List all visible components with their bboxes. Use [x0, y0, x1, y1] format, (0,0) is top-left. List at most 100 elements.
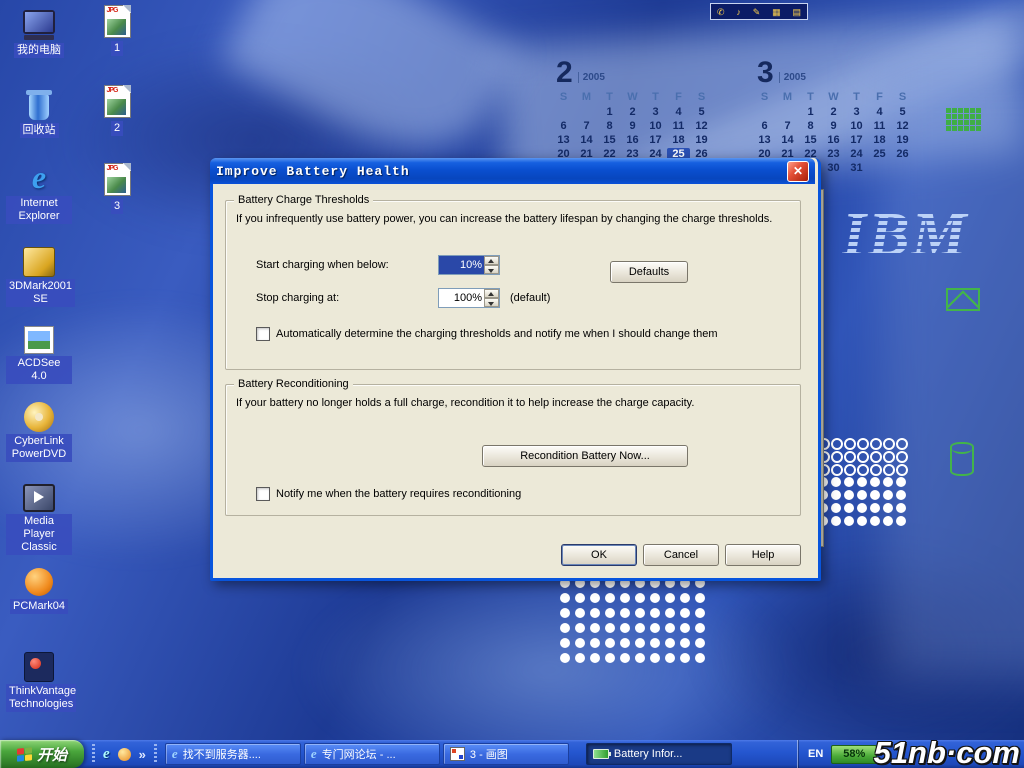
- quick-launch-media-icon[interactable]: [118, 748, 131, 761]
- help-button[interactable]: Help: [725, 544, 801, 566]
- start-charging-spinner[interactable]: 10%: [438, 255, 500, 275]
- desktop-icon-jpg-2[interactable]: JPG 2: [94, 82, 140, 136]
- desktop-icon-3dmark2001[interactable]: 3DMark2001 SE: [6, 241, 72, 307]
- quick-launch-handle[interactable]: [92, 744, 95, 764]
- spin-down-icon[interactable]: [484, 298, 499, 307]
- quick-launch-chevron-icon[interactable]: »: [139, 747, 146, 762]
- keypad-icon: [946, 108, 981, 131]
- ok-button[interactable]: OK: [561, 544, 637, 566]
- group-title: Battery Charge Thresholds: [234, 194, 373, 206]
- calendar-day-header: T: [644, 91, 667, 105]
- list-icon: ▤: [793, 7, 802, 17]
- notify-recondition-checkbox-row[interactable]: Notify me when the battery requires reco…: [256, 487, 521, 501]
- dot: [831, 503, 841, 513]
- dot: [870, 503, 880, 513]
- defaults-button[interactable]: Defaults: [610, 261, 688, 283]
- task-buttons: e找不到服务器....e专门网论坛 - ...3 - 画图 Battery Inf…: [165, 740, 797, 768]
- jpg-file-icon: JPG: [94, 160, 140, 196]
- dialog-titlebar[interactable]: Improve Battery Health ✕: [210, 158, 815, 184]
- calendar-day-header: S: [552, 91, 575, 105]
- watermark: 51nb·com: [874, 735, 1020, 768]
- calendar-date: [891, 162, 914, 175]
- calendar-date: 15: [799, 134, 822, 147]
- checkbox-unchecked[interactable]: [256, 327, 270, 341]
- dot: [665, 608, 675, 618]
- checkbox-unchecked[interactable]: [256, 487, 270, 501]
- dot: [896, 490, 906, 500]
- dot: [857, 490, 867, 500]
- dot: [620, 623, 630, 633]
- dot: [590, 638, 600, 648]
- auto-determine-label: Automatically determine the charging thr…: [276, 328, 717, 340]
- dot: [635, 608, 645, 618]
- desktop-icon-internet-explorer[interactable]: eInternet Explorer: [6, 158, 72, 224]
- taskbar-task-ie-1[interactable]: e专门网论坛 - ...: [304, 743, 440, 765]
- dialog-title: Improve Battery Health: [216, 164, 787, 179]
- dialog-body: Battery Charge Thresholds If you infrequ…: [213, 184, 818, 578]
- jpg-page: JPG: [104, 163, 131, 196]
- desktop-icon-media-player-classic[interactable]: Media Player Classic: [6, 476, 72, 555]
- stop-charging-spinner[interactable]: 100%: [438, 288, 500, 308]
- desktop-icon-label: Media Player Classic: [6, 514, 72, 555]
- calendar-date: 26: [891, 148, 914, 161]
- calendar-date: 3: [845, 106, 868, 119]
- quick-launch-handle[interactable]: [154, 744, 157, 764]
- thinkvantage-icon: [6, 646, 72, 682]
- dot: [695, 608, 705, 618]
- spin-down-icon[interactable]: [484, 265, 499, 274]
- ie-task-icon: e: [172, 746, 178, 762]
- dot: [575, 638, 585, 648]
- calendar-date: 11: [868, 120, 891, 133]
- desktop-icon-my-computer[interactable]: 我的电脑: [6, 4, 72, 58]
- dot: [605, 593, 615, 603]
- auto-determine-checkbox-row[interactable]: Automatically determine the charging thr…: [256, 327, 717, 341]
- spin-up-icon[interactable]: [484, 256, 499, 265]
- dot: [560, 653, 570, 663]
- desktop-icon-jpg-3[interactable]: JPG3: [94, 160, 140, 214]
- calendar-date: 17: [845, 134, 868, 147]
- language-indicator[interactable]: EN: [808, 748, 823, 760]
- default-suffix: (default): [510, 292, 550, 304]
- spin-up-icon[interactable]: [484, 289, 499, 298]
- jpg-page: JPG: [104, 85, 131, 118]
- recondition-battery-button[interactable]: Recondition Battery Now...: [482, 445, 688, 467]
- stop-charging-value[interactable]: 100%: [439, 289, 484, 307]
- desktop-icon-jpg-1[interactable]: JPG1: [94, 2, 140, 56]
- jpg-badge: JPG: [107, 87, 118, 94]
- paint-task-icon: [450, 747, 465, 761]
- calendar-date: 19: [891, 134, 914, 147]
- calendar-month: 2: [556, 60, 573, 86]
- calendar-date: 12: [891, 120, 914, 133]
- quick-launch-ie-icon[interactable]: e: [103, 746, 110, 763]
- start-charging-value[interactable]: 10%: [439, 256, 484, 274]
- close-button[interactable]: ✕: [787, 161, 809, 182]
- calendar-year: 2005: [578, 72, 605, 83]
- dot: [680, 623, 690, 633]
- start-button[interactable]: 开始: [0, 740, 84, 768]
- desktop-icon-acdsee[interactable]: ACDSee 4.0: [6, 318, 72, 384]
- taskbar-task-ie-0[interactable]: e找不到服务器....: [165, 743, 301, 765]
- dot: [831, 438, 843, 450]
- desktop-icon-pcmark04[interactable]: PCMark04: [6, 560, 72, 614]
- calendar-date: 12: [690, 120, 713, 133]
- desktop-icon-recycle-bin[interactable]: 回收站: [6, 84, 72, 138]
- jpg-icon-label: 2: [111, 121, 123, 136]
- calendar-date: 5: [690, 106, 713, 119]
- dot: [896, 451, 908, 463]
- my-computer-icon: [6, 4, 72, 40]
- taskbar-task-battery-3[interactable]: Battery Infor...: [586, 743, 732, 765]
- dot-pattern: [818, 438, 909, 529]
- calendar-date: 30: [822, 162, 845, 175]
- dot: [575, 653, 585, 663]
- desktop-icon-powerdvd[interactable]: CyberLink PowerDVD: [6, 396, 72, 462]
- battery-tray-indicator[interactable]: 58%: [831, 745, 877, 764]
- desktop-icon-thinkvantage[interactable]: ThinkVantage Technologies: [6, 646, 72, 712]
- dot: [883, 451, 895, 463]
- calendar-date: 4: [667, 106, 690, 119]
- taskbar-task-paint-2[interactable]: 3 - 画图: [443, 743, 569, 765]
- cancel-button[interactable]: Cancel: [643, 544, 719, 566]
- calendar-day-header: S: [690, 91, 713, 105]
- dot: [844, 438, 856, 450]
- calendar-date: 15: [598, 134, 621, 147]
- calendar-day-header: T: [845, 91, 868, 105]
